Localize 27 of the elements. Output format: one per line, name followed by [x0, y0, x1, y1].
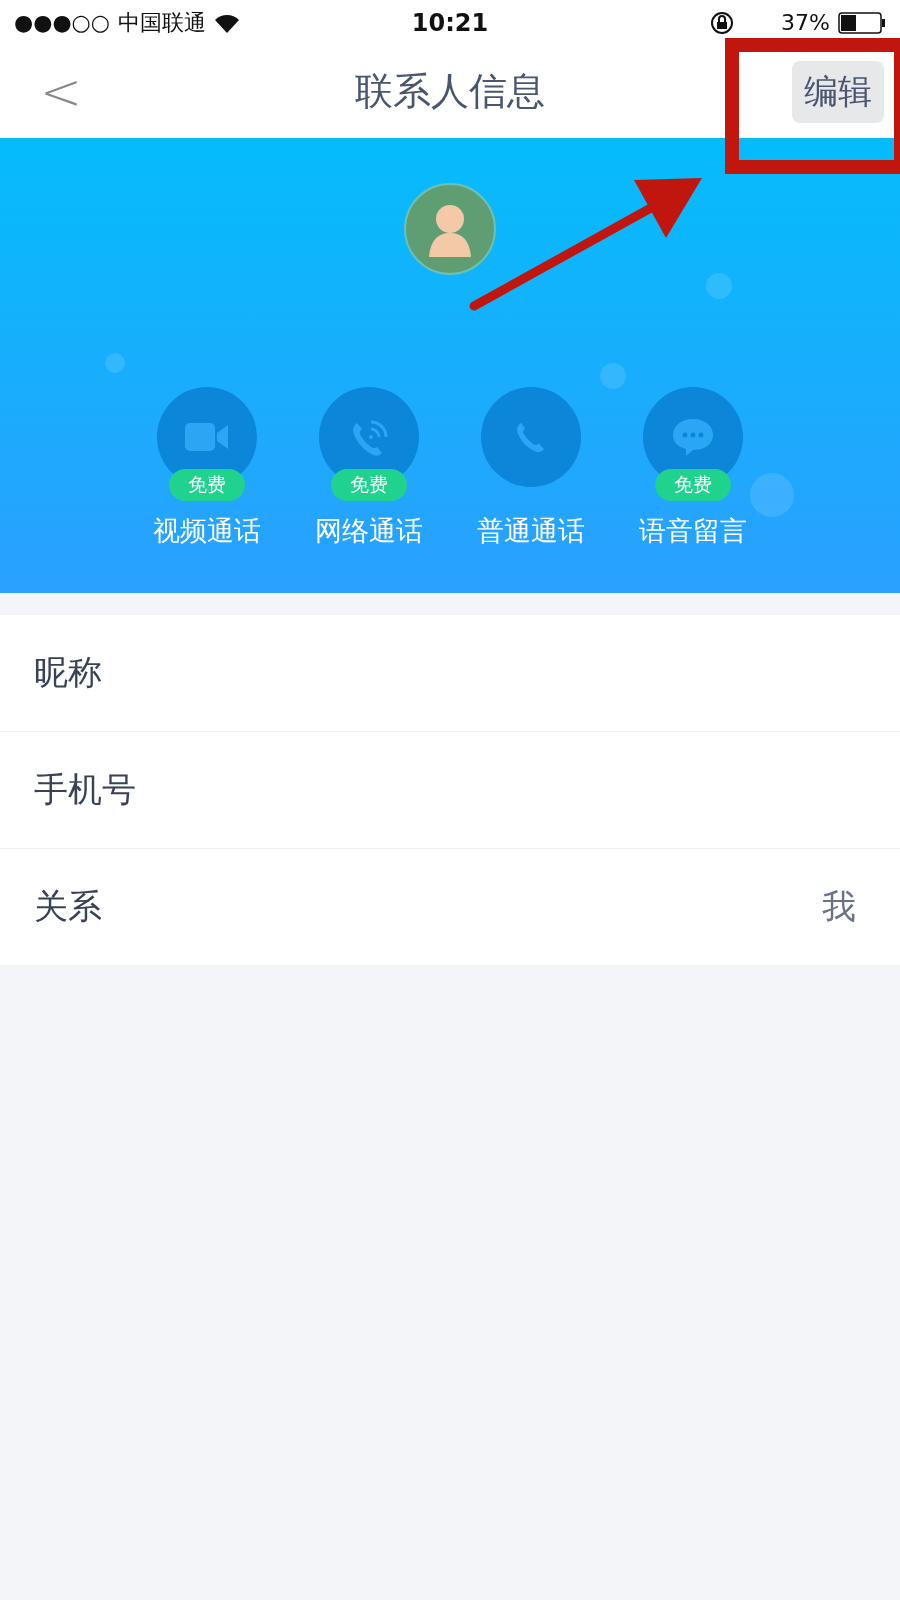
field-value: 我 — [822, 885, 857, 928]
call-option-button[interactable]: 免费 视频通话 — [127, 387, 287, 549]
carrier-name: 中国联通 — [118, 8, 206, 37]
signal-dots: ●●●○○ — [14, 10, 110, 35]
field-label: 手机号 — [34, 768, 136, 811]
field-label: 关系 — [34, 885, 102, 928]
free-badge: 免费 — [655, 469, 731, 501]
battery-percent: 37% — [781, 10, 830, 35]
bokeh-dot — [750, 473, 794, 517]
bokeh-dot — [105, 353, 125, 373]
bokeh-dot — [706, 273, 732, 299]
call-option-button[interactable]: 普通通话 — [451, 387, 611, 549]
call-option-button[interactable]: 免费 网络通话 — [289, 387, 449, 549]
lock-icon — [711, 11, 734, 34]
back-button[interactable]: < — [40, 66, 82, 117]
battery-icon — [838, 11, 886, 34]
clock: 10:21 — [411, 8, 489, 37]
video-camera-icon — [185, 422, 229, 452]
page-title: 联系人信息 — [355, 69, 545, 113]
edit-button[interactable]: 编辑 — [792, 60, 884, 123]
wifi-icon — [214, 12, 240, 33]
free-badge: 免费 — [331, 469, 407, 501]
call-option-button[interactable]: 免费 语音留言 — [613, 387, 773, 549]
bokeh-dot — [600, 363, 626, 389]
chat-bubble-icon — [672, 417, 714, 457]
field-label: 昵称 — [34, 651, 102, 694]
free-badge: 免费 — [169, 469, 245, 501]
